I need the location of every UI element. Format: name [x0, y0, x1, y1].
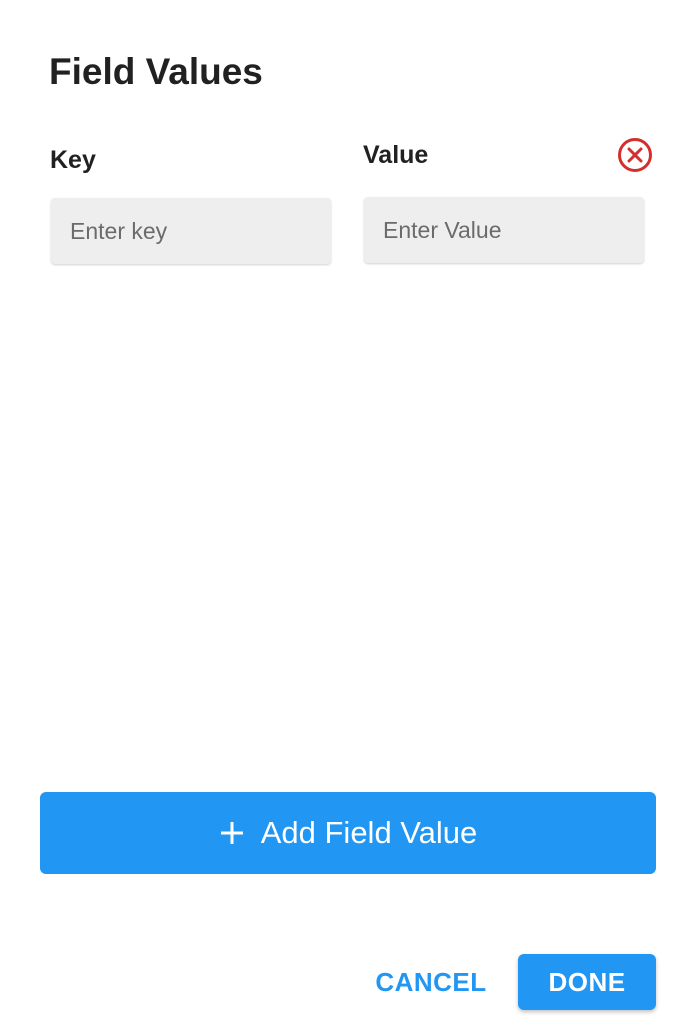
done-button[interactable]: DONE — [518, 954, 656, 1010]
cancel-button[interactable]: CANCEL — [366, 954, 496, 1010]
dialog-title: Field Values — [49, 51, 263, 92]
add-field-value-button[interactable]: Add Field Value — [40, 792, 656, 874]
field-values-dialog: Field Values Key Value Add Field Value C… — [0, 0, 696, 1029]
plus-icon — [219, 820, 245, 846]
key-input[interactable] — [51, 198, 331, 264]
value-input[interactable] — [364, 197, 644, 263]
close-circle-icon — [616, 136, 654, 174]
key-column-label: Key — [50, 146, 96, 174]
remove-field-button[interactable] — [616, 136, 654, 174]
value-column-label: Value — [363, 141, 429, 169]
add-field-value-label: Add Field Value — [260, 815, 478, 850]
